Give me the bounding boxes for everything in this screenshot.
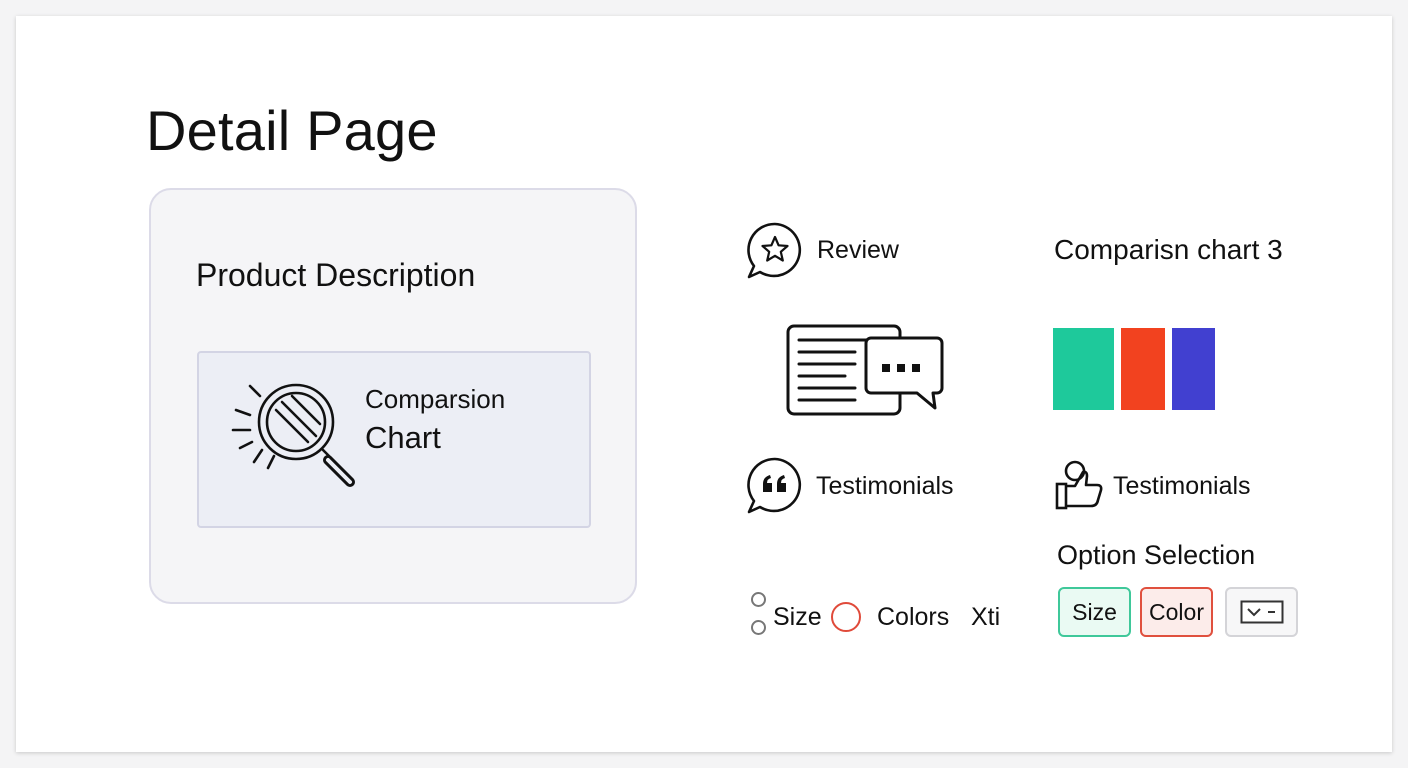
comparison-bar-blue bbox=[1172, 328, 1215, 410]
color-chip-button[interactable]: Color bbox=[1140, 587, 1213, 637]
star-speech-bubble-icon[interactable] bbox=[746, 221, 804, 281]
quote-speech-bubble-icon[interactable] bbox=[746, 456, 804, 516]
radio-colors-label[interactable]: Colors bbox=[877, 603, 949, 632]
comparison-bar-red bbox=[1121, 328, 1165, 410]
comparison-chart-title: Comparisn chart 3 bbox=[1054, 234, 1283, 265]
page-title: Detail Page bbox=[146, 99, 438, 162]
review-label[interactable]: Review bbox=[817, 236, 899, 265]
option-selection-title: Option Selection bbox=[1057, 540, 1256, 570]
radio-button-top[interactable] bbox=[751, 592, 766, 607]
product-title: Product Description bbox=[196, 257, 476, 293]
chart-label-line1: Comparsion bbox=[365, 384, 506, 414]
radio-extra-label[interactable]: Xti bbox=[971, 603, 1000, 632]
dropdown-chip-button[interactable] bbox=[1225, 587, 1298, 637]
document-chat-bubble-icon bbox=[786, 324, 944, 416]
magnifier-sparkle-icon bbox=[231, 383, 355, 487]
radio-button-colors[interactable] bbox=[831, 602, 861, 632]
comparison-bar-green bbox=[1053, 328, 1114, 410]
dropdown-chevron-icon bbox=[1240, 600, 1283, 624]
size-chip-button[interactable]: Size bbox=[1058, 587, 1131, 637]
chart-label-line2: Chart bbox=[365, 420, 441, 455]
radio-size-label[interactable]: Size bbox=[773, 603, 822, 632]
testimonials-label-2[interactable]: Testimonials bbox=[1113, 472, 1251, 501]
person-thumbs-up-icon[interactable] bbox=[1053, 460, 1105, 510]
testimonials-label-1[interactable]: Testimonials bbox=[816, 472, 954, 501]
radio-button-size[interactable] bbox=[751, 620, 766, 635]
